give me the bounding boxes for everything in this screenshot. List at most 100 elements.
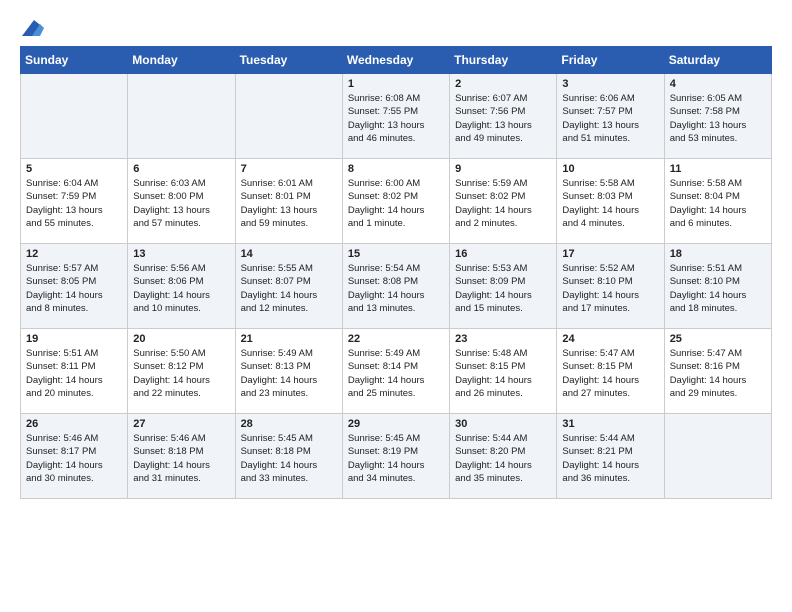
day-number: 28 [241,418,337,430]
calendar-cell: 21 Sunrise: 5:49 AM Sunset: 8:13 PM Dayli… [235,329,342,414]
day-number: 5 [26,163,122,175]
day-number: 24 [562,333,658,345]
day-info: Sunrise: 5:55 AM Sunset: 8:07 PM Dayligh… [241,262,337,315]
calendar-cell: 15 Sunrise: 5:54 AM Sunset: 8:08 PM Dayli… [342,244,449,329]
calendar-cell: 7Sunrise: 6:01 AM Sunset: 8:01 PM Daylig… [235,159,342,244]
day-number: 13 [133,248,229,260]
day-number: 21 [241,333,337,345]
day-info: Sunrise: 5:45 AM Sunset: 8:19 PM Dayligh… [348,432,444,485]
calendar-cell: 14 Sunrise: 5:55 AM Sunset: 8:07 PM Dayli… [235,244,342,329]
day-info: Sunrise: 5:47 AM Sunset: 8:15 PM Dayligh… [562,347,658,400]
calendar-cell: 5 Sunrise: 6:04 AM Sunset: 7:59 PM Daylig… [21,159,128,244]
day-number: 2 [455,78,551,90]
calendar-week-row: 12Sunrise: 5:57 AM Sunset: 8:05 PM Dayli… [21,244,772,329]
calendar-cell: 2 Sunrise: 6:07 AM Sunset: 7:56 PM Daylig… [450,74,557,159]
day-info: Sunrise: 6:08 AM Sunset: 7:55 PM Dayligh… [348,92,444,145]
day-info: Sunrise: 6:05 AM Sunset: 7:58 PM Dayligh… [670,92,766,145]
day-info: Sunrise: 5:46 AM Sunset: 8:17 PM Dayligh… [26,432,122,485]
day-number: 1 [348,78,444,90]
day-info: Sunrise: 6:04 AM Sunset: 7:59 PM Dayligh… [26,177,122,230]
calendar-cell: 23 Sunrise: 5:48 AM Sunset: 8:15 PM Dayli… [450,329,557,414]
day-info: Sunrise: 5:57 AM Sunset: 8:05 PM Dayligh… [26,262,122,315]
day-number: 22 [348,333,444,345]
calendar-cell: 12Sunrise: 5:57 AM Sunset: 8:05 PM Dayli… [21,244,128,329]
calendar-cell [128,74,235,159]
header-cell-friday: Friday [557,47,664,74]
day-number: 15 [348,248,444,260]
calendar-week-row: 26 Sunrise: 5:46 AM Sunset: 8:17 PM Dayli… [21,414,772,499]
header-cell-saturday: Saturday [664,47,771,74]
calendar-week-row: 1 Sunrise: 6:08 AM Sunset: 7:55 PM Daylig… [21,74,772,159]
day-info: Sunrise: 6:01 AM Sunset: 8:01 PM Dayligh… [241,177,337,230]
day-info: Sunrise: 5:44 AM Sunset: 8:21 PM Dayligh… [562,432,658,485]
day-number: 19 [26,333,122,345]
calendar-cell: 6 Sunrise: 6:03 AM Sunset: 8:00 PM Daylig… [128,159,235,244]
calendar-cell: 24 Sunrise: 5:47 AM Sunset: 8:15 PM Dayli… [557,329,664,414]
day-info: Sunrise: 5:49 AM Sunset: 8:13 PM Dayligh… [241,347,337,400]
day-info: Sunrise: 5:53 AM Sunset: 8:09 PM Dayligh… [455,262,551,315]
day-number: 25 [670,333,766,345]
header-cell-thursday: Thursday [450,47,557,74]
calendar-cell: 26 Sunrise: 5:46 AM Sunset: 8:17 PM Dayli… [21,414,128,499]
day-info: Sunrise: 5:58 AM Sunset: 8:03 PM Dayligh… [562,177,658,230]
day-info: Sunrise: 5:52 AM Sunset: 8:10 PM Dayligh… [562,262,658,315]
day-number: 11 [670,163,766,175]
day-info: Sunrise: 6:00 AM Sunset: 8:02 PM Dayligh… [348,177,444,230]
calendar-cell: 17 Sunrise: 5:52 AM Sunset: 8:10 PM Dayli… [557,244,664,329]
calendar-cell: 19 Sunrise: 5:51 AM Sunset: 8:11 PM Dayli… [21,329,128,414]
calendar-cell [235,74,342,159]
day-info: Sunrise: 5:47 AM Sunset: 8:16 PM Dayligh… [670,347,766,400]
day-info: Sunrise: 5:45 AM Sunset: 8:18 PM Dayligh… [241,432,337,485]
day-number: 29 [348,418,444,430]
day-info: Sunrise: 5:58 AM Sunset: 8:04 PM Dayligh… [670,177,766,230]
day-number: 16 [455,248,551,260]
day-info: Sunrise: 5:51 AM Sunset: 8:11 PM Dayligh… [26,347,122,400]
day-info: Sunrise: 6:06 AM Sunset: 7:57 PM Dayligh… [562,92,658,145]
header-cell-monday: Monday [128,47,235,74]
calendar-week-row: 19 Sunrise: 5:51 AM Sunset: 8:11 PM Dayli… [21,329,772,414]
calendar-cell: 25 Sunrise: 5:47 AM Sunset: 8:16 PM Dayli… [664,329,771,414]
day-number: 23 [455,333,551,345]
calendar-cell: 27 Sunrise: 5:46 AM Sunset: 8:18 PM Dayli… [128,414,235,499]
calendar-cell: 10 Sunrise: 5:58 AM Sunset: 8:03 PM Dayli… [557,159,664,244]
day-number: 8 [348,163,444,175]
calendar-table: SundayMondayTuesdayWednesdayThursdayFrid… [20,46,772,499]
calendar-cell: 8 Sunrise: 6:00 AM Sunset: 8:02 PM Daylig… [342,159,449,244]
calendar-week-row: 5 Sunrise: 6:04 AM Sunset: 7:59 PM Daylig… [21,159,772,244]
day-info: Sunrise: 6:03 AM Sunset: 8:00 PM Dayligh… [133,177,229,230]
day-info: Sunrise: 5:48 AM Sunset: 8:15 PM Dayligh… [455,347,551,400]
day-number: 14 [241,248,337,260]
day-number: 20 [133,333,229,345]
calendar-cell [664,414,771,499]
day-info: Sunrise: 5:46 AM Sunset: 8:18 PM Dayligh… [133,432,229,485]
day-number: 26 [26,418,122,430]
day-info: Sunrise: 5:59 AM Sunset: 8:02 PM Dayligh… [455,177,551,230]
calendar-cell: 22 Sunrise: 5:49 AM Sunset: 8:14 PM Dayli… [342,329,449,414]
day-info: Sunrise: 6:07 AM Sunset: 7:56 PM Dayligh… [455,92,551,145]
calendar-cell: 9 Sunrise: 5:59 AM Sunset: 8:02 PM Daylig… [450,159,557,244]
calendar-cell: 4 Sunrise: 6:05 AM Sunset: 7:58 PM Daylig… [664,74,771,159]
day-info: Sunrise: 5:54 AM Sunset: 8:08 PM Dayligh… [348,262,444,315]
calendar-cell [21,74,128,159]
day-number: 3 [562,78,658,90]
day-number: 30 [455,418,551,430]
logo [20,20,44,36]
day-number: 31 [562,418,658,430]
day-info: Sunrise: 5:44 AM Sunset: 8:20 PM Dayligh… [455,432,551,485]
calendar-cell: 11 Sunrise: 5:58 AM Sunset: 8:04 PM Dayli… [664,159,771,244]
day-number: 9 [455,163,551,175]
day-info: Sunrise: 5:49 AM Sunset: 8:14 PM Dayligh… [348,347,444,400]
day-number: 6 [133,163,229,175]
day-number: 27 [133,418,229,430]
header-cell-tuesday: Tuesday [235,47,342,74]
calendar-cell: 16 Sunrise: 5:53 AM Sunset: 8:09 PM Dayli… [450,244,557,329]
day-number: 17 [562,248,658,260]
day-number: 4 [670,78,766,90]
calendar-cell: 20Sunrise: 5:50 AM Sunset: 8:12 PM Dayli… [128,329,235,414]
day-number: 18 [670,248,766,260]
calendar-cell: 13Sunrise: 5:56 AM Sunset: 8:06 PM Dayli… [128,244,235,329]
header-cell-wednesday: Wednesday [342,47,449,74]
calendar-cell: 3 Sunrise: 6:06 AM Sunset: 7:57 PM Daylig… [557,74,664,159]
day-number: 10 [562,163,658,175]
calendar-cell: 28 Sunrise: 5:45 AM Sunset: 8:18 PM Dayli… [235,414,342,499]
